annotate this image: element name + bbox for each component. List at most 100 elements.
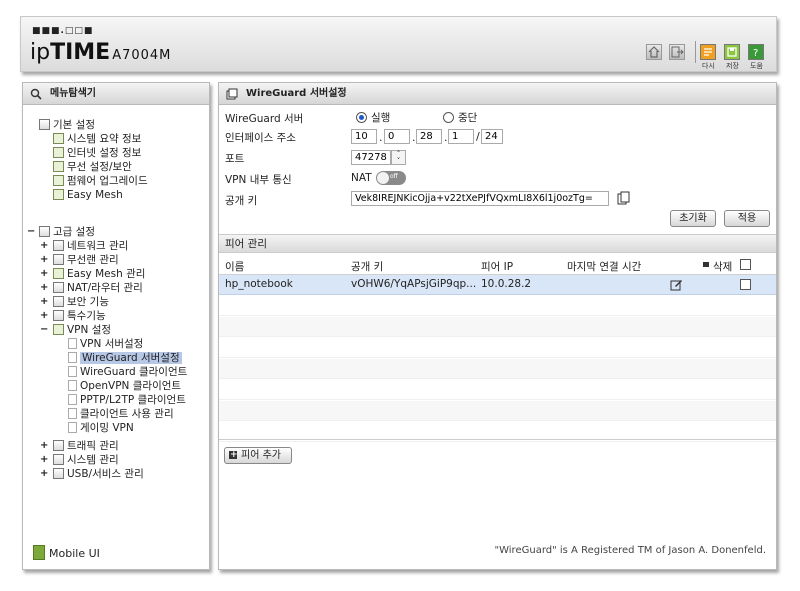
tree-item-vpn-server[interactable]: VPN 서버설정	[68, 338, 143, 351]
tree-item-security[interactable]: 보안 기능	[53, 296, 109, 309]
tree-item-wireguard-client[interactable]: WireGuard 클라이언트	[68, 366, 187, 379]
ip-octet-1[interactable]	[351, 129, 377, 144]
tree-item-system[interactable]: 시스템 관리	[53, 454, 119, 467]
ip-octet-4[interactable]	[448, 129, 474, 144]
traffic-icon	[53, 440, 64, 451]
tree-item-usb-service[interactable]: USB/서비스 관리	[53, 468, 144, 481]
mobile-ui-link[interactable]: Mobile UI	[33, 545, 100, 560]
pubkey-field[interactable]	[351, 191, 609, 206]
tree-item-wireless-security[interactable]: 무선 설정/보안	[53, 161, 132, 174]
logo-brand-b: TIME	[50, 40, 111, 65]
collapse-toggle[interactable]: −	[27, 226, 35, 237]
save-button[interactable]	[724, 44, 740, 60]
tree-item-firmware-upgrade[interactable]: 펌웨어 업그레이드	[53, 175, 148, 188]
table-row[interactable]: hp_notebook vOHW6/YqAPsjGiP9qp... 10.0.2…	[219, 275, 776, 295]
expand-toggle[interactable]: +	[40, 254, 48, 265]
collapse-toggle[interactable]: −	[40, 324, 48, 335]
tree-item-label: OpenVPN 클라이언트	[80, 380, 182, 392]
tree-item-label: 트래픽 관리	[67, 440, 119, 452]
apply-button[interactable]: 적용	[724, 210, 770, 227]
shield-icon	[53, 296, 64, 307]
help-button[interactable]: ?	[748, 44, 764, 60]
tree-item-client-usage[interactable]: 클라이언트 사용 관리	[68, 408, 174, 421]
ip-dot: .	[444, 131, 448, 144]
settings-folder-icon	[39, 119, 50, 130]
expand-toggle[interactable]: +	[40, 468, 48, 479]
ip-dot: .	[412, 131, 416, 144]
tree-item-wireguard-server[interactable]: WireGuard 서버설정	[68, 352, 182, 365]
mesh-icon	[53, 189, 64, 200]
copy-icon[interactable]	[617, 191, 630, 205]
toggle-knob	[377, 172, 389, 184]
tree-item-network[interactable]: 네트워크 관리	[53, 240, 128, 253]
select-all-checkbox[interactable]	[740, 259, 751, 270]
help-label: 도움	[750, 62, 763, 70]
vpn-internal-toggle[interactable]: off	[376, 171, 406, 185]
empty-row	[219, 317, 776, 337]
search-icon	[30, 88, 42, 100]
toggle-text: off	[390, 173, 398, 180]
subnet-mask-input[interactable]	[481, 129, 503, 144]
tree-item-label: USB/서비스 관리	[67, 468, 144, 480]
run-radio[interactable]: 실행	[356, 110, 390, 125]
refresh-label: 다시	[702, 62, 715, 70]
port-stepper[interactable]: ˄ ˅	[391, 150, 406, 165]
tree-item-easymesh-mgmt[interactable]: Easy Mesh 관리	[53, 268, 145, 281]
logo-dots: ■■■.□□■	[32, 26, 94, 36]
ip-octet-2[interactable]	[384, 129, 410, 144]
panel-title: WireGuard 서버설정	[219, 83, 776, 105]
tree-group-advanced[interactable]: 고급 설정	[39, 226, 95, 239]
empty-row	[219, 380, 776, 400]
tree-item-special[interactable]: 특수기능	[53, 310, 106, 323]
tree-item-label: 시스템 관리	[67, 454, 119, 466]
tree-item-label: VPN 설정	[67, 324, 112, 336]
port-input[interactable]	[351, 150, 391, 165]
pubkey-label: 공개 키	[225, 195, 258, 207]
tree-item-label: 네트워크 관리	[67, 240, 129, 252]
expand-toggle[interactable]: +	[40, 282, 48, 293]
expand-toggle[interactable]: +	[40, 268, 48, 279]
tree-item-system-summary[interactable]: 시스템 요약 정보	[53, 133, 141, 146]
table-bottom-divider	[219, 439, 776, 440]
tree-item-easy-mesh[interactable]: Easy Mesh	[53, 189, 123, 202]
tree-item-label: PPTP/L2TP 클라이언트	[80, 394, 186, 406]
expand-toggle[interactable]: +	[40, 240, 48, 251]
stop-radio[interactable]: 중단	[443, 110, 477, 125]
tree-item-nat-router[interactable]: NAT/라우터 관리	[53, 282, 143, 295]
tree-item-label: 무선랜 관리	[67, 254, 119, 266]
wireless-icon	[53, 254, 64, 265]
expand-toggle[interactable]: +	[40, 310, 48, 321]
iptime-logo: ipTIME A7004M	[30, 40, 171, 65]
col-peer-ip: 피어 IP	[481, 261, 514, 273]
tree-item-traffic[interactable]: 트래픽 관리	[53, 440, 119, 453]
tree-item-openvpn-client[interactable]: OpenVPN 클라이언트	[68, 380, 181, 393]
tree-item-gaming-vpn[interactable]: 게이밍 VPN	[68, 422, 134, 435]
tree-group-basic[interactable]: 기본 설정	[39, 119, 95, 132]
trademark-footer: "WireGuard" is A Registered TM of Jason …	[494, 545, 766, 556]
logout-icon[interactable]	[669, 44, 685, 60]
home-icon[interactable]	[646, 44, 662, 60]
tree-item-pptp-client[interactable]: PPTP/L2TP 클라이언트	[68, 394, 186, 407]
vpn-icon	[53, 324, 64, 335]
page-icon	[68, 422, 77, 433]
edit-icon[interactable]	[670, 278, 683, 291]
tree-item-wireless[interactable]: 무선랜 관리	[53, 254, 119, 267]
add-peer-button[interactable]: + 피어 추가	[224, 447, 292, 464]
row-checkbox[interactable]	[740, 279, 751, 290]
menu-explorer-label: 메뉴탐색기	[50, 88, 96, 99]
empty-row	[219, 338, 776, 358]
wireless-icon	[53, 161, 64, 172]
reset-button[interactable]: 초기화	[670, 210, 716, 227]
refresh-button[interactable]	[700, 44, 716, 60]
expand-toggle[interactable]: +	[40, 440, 48, 451]
server-label: WireGuard 서버	[225, 113, 304, 125]
tree-item-label: VPN 서버설정	[80, 338, 144, 350]
tree-item-internet-info[interactable]: 인터넷 설정 정보	[53, 147, 141, 160]
tree-item-label: 특수기능	[67, 310, 106, 322]
tree-item-vpn[interactable]: VPN 설정	[53, 324, 111, 337]
globe-icon	[53, 147, 64, 158]
stop-label: 중단	[458, 112, 478, 124]
expand-toggle[interactable]: +	[40, 454, 48, 465]
expand-toggle[interactable]: +	[40, 296, 48, 307]
ip-octet-3[interactable]	[416, 129, 442, 144]
